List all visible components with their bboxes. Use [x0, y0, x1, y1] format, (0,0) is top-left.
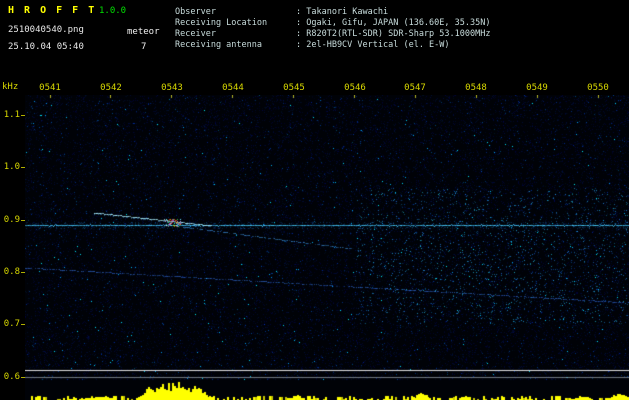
- freq-tick-label: 1.1: [3, 110, 20, 120]
- station-value: : Takanori Kawachi: [296, 7, 389, 17]
- station-row-location: Receiving Location : Ogaki, Gifu, JAPAN (…: [175, 18, 490, 29]
- time-tick-label: 0548: [465, 83, 487, 93]
- station-value: : Ogaki, Gifu, JAPAN (136.60E, 35.35N): [296, 18, 491, 28]
- freq-tick-label: 0.9: [3, 215, 20, 225]
- station-value: : R820T2(RTL-SDR) SDR-Sharp 53.1000MHz: [296, 29, 491, 39]
- hrofft-output: H R O F F T 1.0.0 2510040540.png meteor …: [0, 0, 629, 400]
- time-tick-label: 0541: [39, 83, 61, 93]
- echo-count: 7: [141, 42, 147, 52]
- time-tick-label: 0543: [161, 83, 183, 93]
- freq-tick-label: 0.8: [3, 267, 20, 277]
- time-tick-label: 0550: [587, 83, 609, 93]
- observation-datetime: 25.10.04 05:40: [8, 42, 84, 52]
- app-version: 1.0.0: [99, 6, 127, 16]
- station-label: Observer: [175, 7, 216, 17]
- freq-axis-unit: kHz: [2, 82, 19, 92]
- station-label: Receiving antenna: [175, 40, 262, 50]
- output-filename: 2510040540.png: [8, 25, 84, 35]
- time-tick-label: 0549: [526, 83, 548, 93]
- time-tick-label: 0546: [344, 83, 366, 93]
- station-value: : 2el-HB9CV Vertical (el. E-W): [296, 40, 450, 50]
- station-info: Observer : Takanori Kawachi Receiving Loc…: [175, 7, 490, 51]
- station-label: Receiving Location: [175, 18, 268, 28]
- time-tick-label: 0545: [283, 83, 305, 93]
- freq-tick-label: 0.7: [3, 319, 20, 329]
- spectrogram-canvas: [25, 95, 629, 400]
- app-title: H R O F F T: [8, 5, 97, 16]
- station-row-receiver: Receiver : R820T2(RTL-SDR) SDR-Sharp 53.1…: [175, 29, 490, 40]
- freq-tick-label: 0.6: [3, 372, 20, 382]
- observation-mode: meteor: [127, 27, 160, 37]
- station-label: Receiver: [175, 29, 216, 39]
- time-tick-label: 0544: [222, 83, 244, 93]
- station-row-antenna: Receiving antenna : 2el-HB9CV Vertical (e…: [175, 40, 490, 51]
- freq-tick-label: 1.0: [3, 162, 20, 172]
- time-tick-label: 0547: [404, 83, 426, 93]
- station-row-observer: Observer : Takanori Kawachi: [175, 7, 490, 18]
- time-tick-label: 0542: [100, 83, 122, 93]
